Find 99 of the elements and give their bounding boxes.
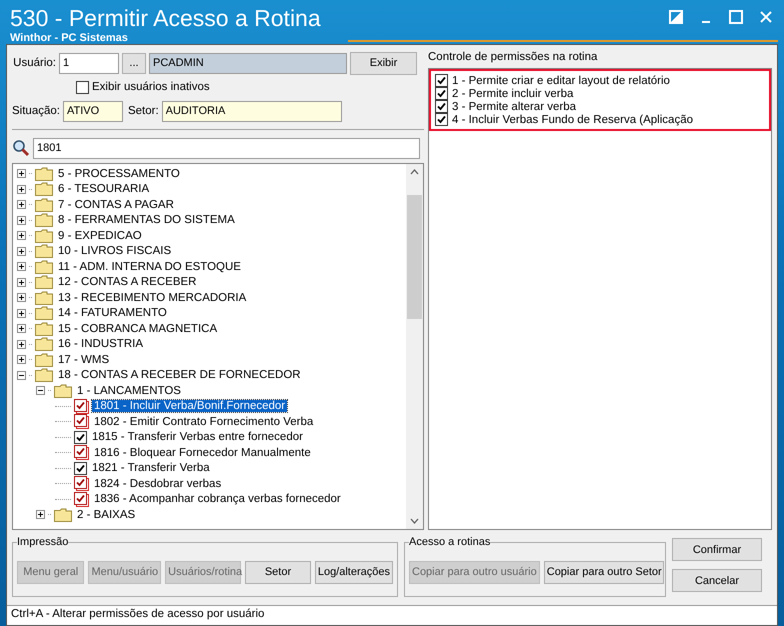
folder-icon (35, 352, 53, 367)
status-bar: Ctrl+A - Alterar permissões de acesso por usuário (7, 605, 777, 625)
folder-icon (35, 290, 53, 305)
status-label: Situação: (12, 105, 60, 117)
lookup-button[interactable]: ... (122, 52, 146, 74)
tree-item[interactable]: 5 - PROCESSAMENTO (56, 168, 182, 180)
permissions-title: Controle de permissões na rotina (428, 51, 598, 63)
window-title: 530 - Permitir Acesso a Rotina (10, 4, 321, 32)
collapse-icon[interactable] (17, 370, 26, 380)
scroll-up-icon[interactable] (410, 169, 419, 175)
tree-item[interactable]: 9 - EXPEDICAO (56, 230, 144, 242)
expand-icon[interactable] (17, 216, 26, 225)
permission-label: 3 - Permite alterar verba (452, 100, 576, 112)
expand-icon[interactable] (17, 169, 26, 178)
checkbox[interactable] (435, 113, 448, 126)
expand-icon[interactable] (17, 278, 26, 287)
search-icon (12, 139, 30, 157)
stacked-checkbox[interactable] (74, 398, 89, 414)
folder-icon (35, 198, 53, 212)
group-title: Impressão (17, 536, 68, 548)
tree-item[interactable]: 1821 - Transferir Verba (90, 462, 212, 474)
folder-icon (54, 508, 72, 522)
expand-icon[interactable] (36, 510, 45, 520)
expand-icon[interactable] (17, 340, 26, 349)
scrollbar[interactable] (406, 164, 423, 529)
expand-icon[interactable] (17, 293, 26, 302)
stacked-checkbox[interactable] (74, 414, 89, 430)
permission-label: 4 - Incluir Verbas Fundo de Reserva (Aplicação (452, 114, 693, 126)
checkbox-label: Exibir usuários inativos (92, 81, 210, 93)
checkbox[interactable] (435, 74, 448, 87)
user-name-field[interactable]: PCADMIN (149, 52, 347, 74)
folder-icon (35, 368, 53, 382)
tree-item[interactable]: 1836 - Acompanhar cobrança verbas fornecedor (92, 493, 343, 506)
folder-icon (35, 306, 53, 320)
stacked-checkbox[interactable] (74, 445, 89, 460)
group-title: Acesso a rotinas (409, 536, 490, 548)
folder-icon (54, 384, 72, 398)
tree-item[interactable]: 1 - LANCAMENTOS (75, 384, 183, 397)
tree-item[interactable]: 10 - LIVROS FISCAIS (56, 245, 174, 258)
stacked-checkbox[interactable] (74, 492, 89, 507)
checkbox[interactable] (74, 462, 87, 475)
permission-label: 1 - Permite criar e editar layout de relatório (452, 74, 670, 86)
permission-label: 2 - Permite incluir verba (452, 88, 574, 100)
print-button[interactable]: Log/alterações (314, 560, 393, 584)
tree-item[interactable]: 1801 - Incluir Verba/Bonif.Fornecedor (92, 400, 288, 412)
tree-item[interactable]: 15 - COBRANCA MAGNETICA (56, 322, 220, 335)
checkbox[interactable] (74, 430, 87, 444)
folder-icon (35, 244, 53, 258)
tree-item[interactable]: 11 - ADM. INTERNA DO ESTOQUE (56, 260, 243, 273)
collapse-icon[interactable] (36, 386, 45, 396)
search-field[interactable]: 1801 (33, 138, 420, 158)
tree-item[interactable]: 2 - BAIXAS (75, 508, 138, 521)
sector-field[interactable]: AUDITORIA (162, 100, 342, 122)
expand-icon[interactable] (17, 262, 26, 272)
folder-icon (35, 275, 53, 290)
tree-item[interactable]: 18 - CONTAS A RECEBER DE FORNECEDOR (56, 369, 303, 382)
tree-item[interactable]: 1802 - Emitir Contrato Fornecimento Verba (92, 416, 316, 428)
tree-item[interactable]: 17 - WMS (56, 354, 112, 366)
tree-item[interactable]: 8 - FERRAMENTAS DO SISTEMA (56, 214, 237, 226)
tree-item[interactable]: 1824 - Desdobrar verbas (92, 478, 224, 490)
tree-item[interactable]: 12 - CONTAS A RECEBER (56, 276, 198, 288)
folder-icon (35, 322, 53, 336)
action-button[interactable]: Cancelar (672, 569, 762, 592)
tree-item[interactable]: 7 - CONTAS A PAGAR (56, 198, 176, 211)
maximize-icon[interactable] (728, 10, 744, 26)
stacked-checkbox[interactable] (74, 476, 89, 492)
user-code-field[interactable]: 1 (59, 52, 119, 74)
tree-item[interactable]: 13 - RECEBIMENTO MERCADORIA (56, 292, 248, 304)
scroll-down-icon[interactable] (410, 518, 419, 524)
checkbox[interactable] (76, 80, 89, 94)
expand-icon[interactable] (17, 200, 26, 210)
action-button[interactable]: Confirmar (672, 538, 762, 561)
status-field[interactable]: ATIVO (62, 100, 123, 122)
folder-icon (35, 228, 53, 243)
expand-icon[interactable] (17, 231, 26, 240)
tree-item[interactable]: 1816 - Bloquear Fornecedor Manualmente (92, 446, 313, 459)
folder-icon (35, 213, 53, 228)
restore-icon[interactable] (668, 10, 684, 26)
print-button[interactable]: Setor (245, 560, 311, 584)
show-button[interactable]: Exibir (350, 52, 417, 74)
copy-button[interactable]: Copiar para outro Setor (544, 560, 664, 584)
folder-icon (35, 166, 53, 181)
tree-item[interactable]: 6 - TESOURARIA (56, 183, 152, 196)
window-subtitle: Winthor - PC Sistemas (10, 32, 129, 44)
folder-icon (35, 182, 53, 196)
expand-icon[interactable] (17, 184, 26, 194)
tree-item[interactable]: 1815 - Transferir Verbas entre fornecedor (90, 431, 305, 444)
expand-icon[interactable] (17, 355, 26, 364)
checkbox[interactable] (435, 87, 448, 100)
tree-item[interactable]: 14 - FATURAMENTO (56, 307, 169, 320)
sector-label: Setor: (128, 105, 159, 117)
user-label: Usuário: (12, 57, 56, 69)
expand-icon[interactable] (17, 308, 26, 318)
expand-icon[interactable] (17, 324, 26, 334)
tree-item[interactable]: 16 - INDUSTRIA (56, 338, 145, 350)
folder-icon (35, 260, 53, 274)
expand-icon[interactable] (17, 246, 26, 256)
checkbox[interactable] (435, 100, 448, 113)
folder-icon (35, 337, 53, 352)
